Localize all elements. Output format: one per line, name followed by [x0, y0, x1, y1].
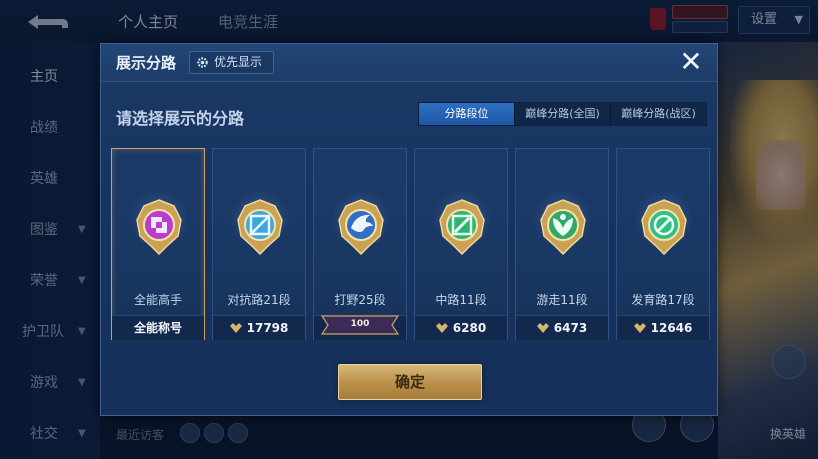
lane-tabs: 分路段位 巅峰分路(全国) 巅峰分路(战区): [418, 102, 707, 126]
lane-card-name: 发育路17段: [631, 293, 695, 307]
rank-points: 12646: [650, 321, 693, 335]
lane-card-mid[interactable]: 中路11段 6280: [414, 148, 508, 340]
rank-points-icon: [229, 323, 242, 333]
tab-lane-rank[interactable]: 分路段位: [419, 103, 515, 125]
lane-card-roam[interactable]: 游走11段 6473: [515, 148, 609, 340]
rank-points: 17798: [246, 321, 289, 335]
lane-card-footer: 6473: [516, 315, 608, 340]
all-round-emblem-icon: [136, 199, 182, 256]
lane-card-name: 中路11段: [435, 293, 487, 307]
lane-card-farm[interactable]: 发育路17段 12646: [616, 148, 710, 340]
tab-peak-lane-region[interactable]: 巅峰分路(战区): [611, 103, 706, 125]
farm-lane-emblem-icon: [641, 199, 687, 256]
jungle-emblem-icon: [338, 199, 384, 256]
tab-peak-lane-national[interactable]: 巅峰分路(全国): [515, 103, 611, 125]
rank-points: 6473: [553, 321, 588, 335]
priority-display-button[interactable]: 优先显示: [189, 51, 274, 74]
rank-points-icon: [435, 323, 448, 333]
peak-rank-number: 100: [350, 319, 370, 329]
lane-card-footer: 全能称号: [112, 315, 204, 340]
lane-card-name: 游走11段: [536, 293, 588, 307]
lane-card-clash[interactable]: 对抗路21段 17798: [212, 148, 306, 340]
dialog-header: 展示分路 优先显示 ✕: [101, 44, 717, 82]
confirm-button[interactable]: 确定: [338, 364, 482, 400]
lane-card-footer: 12646: [617, 315, 709, 340]
close-button[interactable]: ✕: [677, 48, 705, 77]
priority-display-label: 优先显示: [214, 55, 263, 69]
lane-card-name: 对抗路21段: [227, 293, 291, 307]
lane-card-footer: 6280: [415, 315, 507, 340]
rank-points: 6280: [452, 321, 487, 335]
lane-card-name: 打野25段: [334, 293, 386, 307]
rank-points-icon: [536, 323, 549, 333]
selection-prompt: 请选择展示的分路: [116, 109, 245, 128]
lane-card-footer: 17798: [213, 315, 305, 340]
lane-card-jungle[interactable]: 打野25段 100: [313, 148, 407, 340]
lane-card-all-round[interactable]: 全能高手 全能称号: [111, 148, 205, 340]
roam-emblem-icon: [540, 199, 586, 256]
clash-lane-emblem-icon: [237, 199, 283, 256]
display-lane-dialog: 展示分路 优先显示 ✕ 请选择展示的分路 分路段位 巅峰分路(全国) 巅峰分路(…: [100, 43, 718, 416]
lane-card-name: 全能高手: [133, 293, 182, 307]
close-icon: ✕: [679, 45, 703, 78]
mid-lane-emblem-icon: [439, 199, 485, 256]
gear-icon: [197, 57, 208, 68]
dialog-title: 展示分路: [116, 54, 177, 72]
rank-points-icon: [633, 323, 646, 333]
